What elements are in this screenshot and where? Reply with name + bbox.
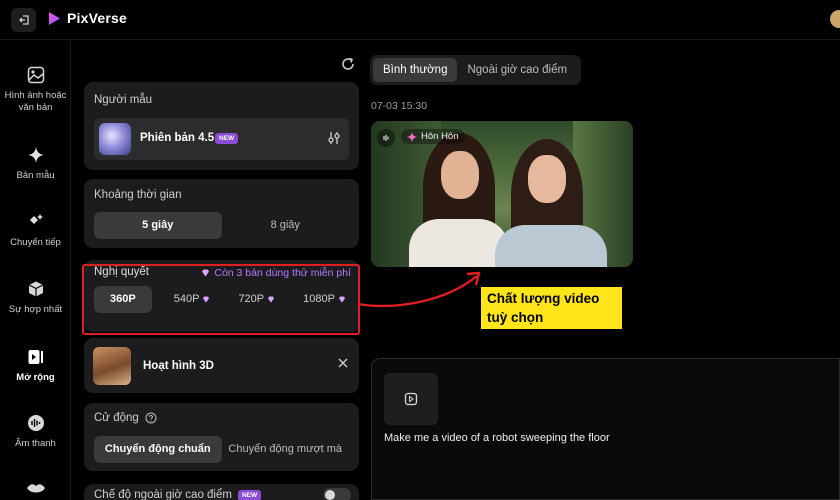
nav-label: Hình ảnh hoặc văn bản — [4, 90, 67, 113]
person-face — [528, 155, 566, 203]
nav-item-image-text[interactable]: Hình ảnh hoặc văn bản — [0, 66, 71, 114]
mode-tabs: Bình thường Ngoài giờ cao điểm — [370, 55, 581, 85]
duration-option-8s[interactable]: 8 giây — [222, 212, 350, 239]
effect-tag-label: Hôn Hôn — [421, 131, 459, 142]
person-face — [441, 151, 479, 199]
person-body — [495, 225, 607, 267]
nav-label: Âm thanh — [15, 438, 56, 449]
motion-option-smooth[interactable]: Chuyển động mượt mà — [222, 436, 350, 463]
model-thumbnail — [99, 123, 131, 155]
app-name: PixVerse — [67, 10, 127, 26]
duration-title: Khoảng thời gian — [94, 189, 182, 201]
back-button[interactable] — [11, 8, 36, 32]
motion-title-row: Cử động — [94, 412, 157, 424]
nav-label: Bản mẫu — [16, 170, 55, 181]
nav-item-transition[interactable]: Chuyển tiếp — [0, 213, 71, 249]
nav-item-templates[interactable]: Bản mẫu — [0, 146, 71, 182]
sound-button[interactable] — [377, 129, 395, 147]
duration-segmented: 5 giây 8 giây — [94, 212, 349, 239]
model-panel: Người mẫu Phiên bản 4.5 NEW — [84, 82, 359, 170]
pixverse-logo-icon — [49, 11, 60, 25]
offpeak-panel: Chế độ ngoài giờ cao điểm NEW — [84, 484, 359, 500]
help-icon[interactable] — [145, 412, 157, 424]
new-badge: NEW — [215, 133, 239, 144]
prompt-box[interactable]: Make me a video of a robot sweeping the … — [371, 358, 840, 500]
sound-icon — [383, 135, 389, 141]
model-name: Phiên bản 4.5 — [140, 132, 215, 144]
prompt-text[interactable]: Make me a video of a robot sweeping the … — [384, 432, 610, 444]
avatar[interactable] — [830, 10, 840, 28]
nav-item-fusion[interactable]: Sự hợp nhất — [0, 280, 71, 316]
annotation-arrow — [357, 271, 481, 308]
offpeak-title: Chế độ ngoài giờ cao điểm — [94, 489, 232, 500]
duration-panel: Khoảng thời gian 5 giây 8 giây — [84, 179, 359, 248]
transition-icon — [29, 214, 43, 224]
effect-tag: Hôn Hôn — [401, 129, 465, 144]
top-bar: PixVerse — [0, 0, 840, 40]
style-panel[interactable]: Hoạt hình 3D — [84, 338, 359, 393]
sparkle-icon — [407, 131, 417, 142]
sliders-icon[interactable] — [327, 131, 341, 145]
highlight-box — [82, 264, 360, 335]
sparkle-icon — [27, 147, 44, 163]
close-icon[interactable] — [337, 357, 349, 369]
nav-item-lips[interactable] — [0, 482, 71, 496]
image-icon — [27, 66, 44, 84]
cube-icon — [28, 281, 43, 297]
new-badge: NEW — [237, 489, 262, 500]
person-body — [409, 219, 509, 267]
exit-icon — [18, 15, 29, 25]
motion-title: Cử động — [94, 412, 139, 424]
result-timestamp: 07-03 15:30 — [371, 100, 428, 112]
offpeak-toggle[interactable] — [323, 488, 351, 500]
nav-label: Chuyển tiếp — [10, 237, 61, 248]
offpeak-title-row: Chế độ ngoài giờ cao điểm NEW — [94, 489, 262, 500]
upload-video-icon — [404, 392, 418, 406]
nav-label: Mở rộng — [16, 372, 55, 383]
audio-icon — [27, 415, 44, 431]
model-title: Người mẫu — [94, 94, 153, 106]
tab-offpeak[interactable]: Ngoài giờ cao điểm — [457, 58, 577, 82]
tab-normal[interactable]: Bình thường — [373, 58, 458, 82]
duration-option-5s[interactable]: 5 giây — [94, 212, 222, 239]
motion-option-standard[interactable]: Chuyển động chuẩn — [94, 436, 222, 463]
refresh-icon[interactable] — [340, 56, 356, 72]
left-nav: Hình ảnh hoặc văn bản Bản mẫu Chuyển tiế… — [0, 41, 71, 500]
style-thumbnail — [93, 347, 131, 385]
nav-label: Sự hợp nhất — [8, 304, 63, 315]
style-name: Hoạt hình 3D — [143, 360, 214, 372]
nav-item-extend[interactable]: Mở rộng — [0, 348, 71, 384]
annotation-callout: Chất lượng video tuỳ chọn — [481, 287, 622, 329]
lips-icon — [26, 484, 45, 493]
upload-video-button[interactable] — [384, 373, 438, 425]
app-logo[interactable]: PixVerse — [48, 10, 127, 26]
annotation-line-2: tuỳ chọn — [487, 310, 544, 325]
model-selector[interactable]: Phiên bản 4.5 NEW — [94, 118, 349, 160]
annotation-line-1: Chất lượng video — [487, 291, 600, 306]
motion-panel: Cử động Chuyển động chuẩn Chuyển động mư… — [84, 403, 359, 471]
nav-item-audio[interactable]: Âm thanh — [0, 414, 71, 450]
extend-icon — [28, 350, 43, 364]
motion-segmented: Chuyển động chuẩn Chuyển động mượt mà — [94, 436, 349, 463]
video-result[interactable]: Hôn Hôn — [371, 121, 633, 267]
